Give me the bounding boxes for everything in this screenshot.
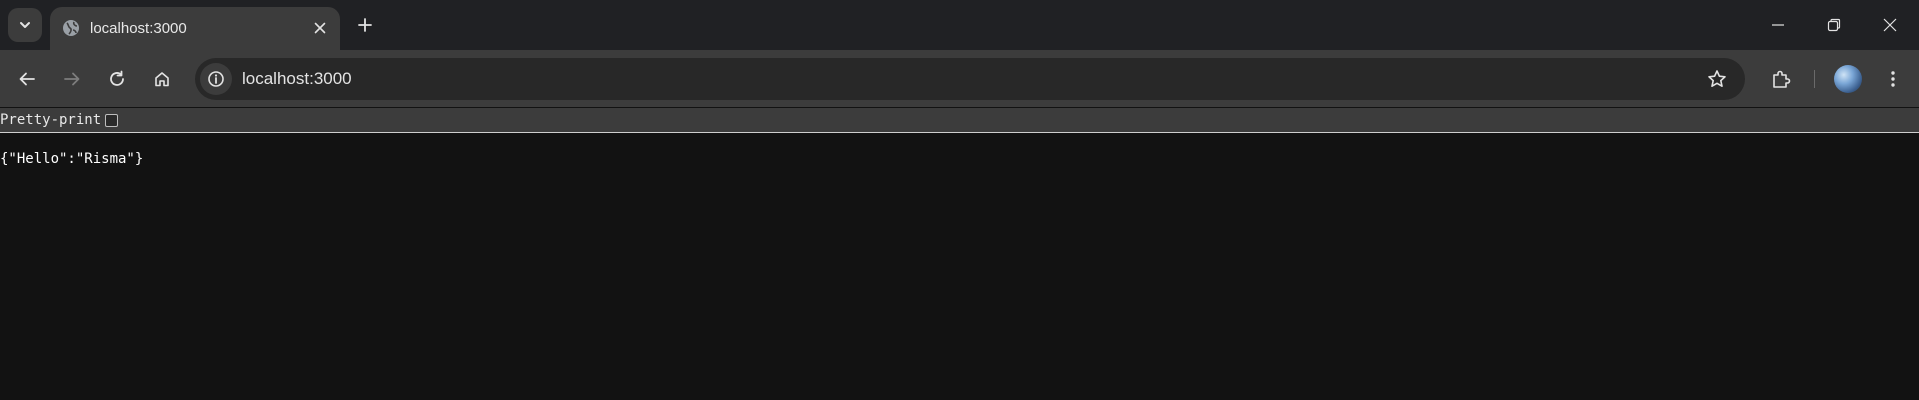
tab-search-button[interactable]: [8, 8, 42, 42]
menu-button[interactable]: [1875, 61, 1911, 97]
avatar[interactable]: [1834, 65, 1862, 93]
active-tab[interactable]: localhost:3000: [50, 7, 340, 50]
json-viewer-bar: Pretty-print: [0, 108, 1919, 133]
address-bar[interactable]: localhost:3000: [195, 58, 1745, 100]
minimize-button[interactable]: [1750, 0, 1806, 50]
reload-button[interactable]: [99, 61, 135, 97]
bookmark-button[interactable]: [1701, 63, 1733, 95]
home-button[interactable]: [144, 61, 180, 97]
restore-icon: [1827, 18, 1841, 32]
forward-arrow-icon: [63, 70, 81, 88]
close-icon: [1883, 18, 1897, 32]
back-button[interactable]: [9, 61, 45, 97]
new-tab-button[interactable]: [350, 10, 380, 40]
url-text[interactable]: localhost:3000: [242, 69, 352, 89]
window-close-button[interactable]: [1862, 0, 1918, 50]
tab-strip: localhost:3000: [0, 0, 1919, 50]
info-icon: [207, 70, 225, 88]
toolbar-divider: [1814, 70, 1815, 88]
plus-icon: [357, 17, 373, 33]
json-content: {"Hello":"Risma"}: [0, 151, 144, 167]
site-info-button[interactable]: [200, 63, 232, 95]
restore-button[interactable]: [1806, 0, 1862, 50]
back-arrow-icon: [18, 70, 36, 88]
tab-title: localhost:3000: [90, 20, 187, 37]
star-icon: [1707, 69, 1727, 89]
pretty-print-checkbox[interactable]: [105, 113, 119, 127]
pretty-print-label: Pretty-print: [0, 112, 102, 128]
extensions-icon: [1771, 69, 1791, 89]
forward-button[interactable]: [54, 61, 90, 97]
extensions-button[interactable]: [1763, 61, 1799, 97]
globe-icon: [62, 19, 80, 37]
browser-toolbar: localhost:3000: [0, 50, 1919, 107]
chevron-down-icon: [18, 18, 32, 32]
minimize-icon: [1771, 18, 1785, 32]
home-icon: [153, 70, 171, 88]
close-icon: [314, 22, 326, 34]
kebab-menu-icon: [1890, 70, 1896, 88]
reload-icon: [108, 70, 126, 88]
tab-close-button[interactable]: [308, 16, 332, 40]
